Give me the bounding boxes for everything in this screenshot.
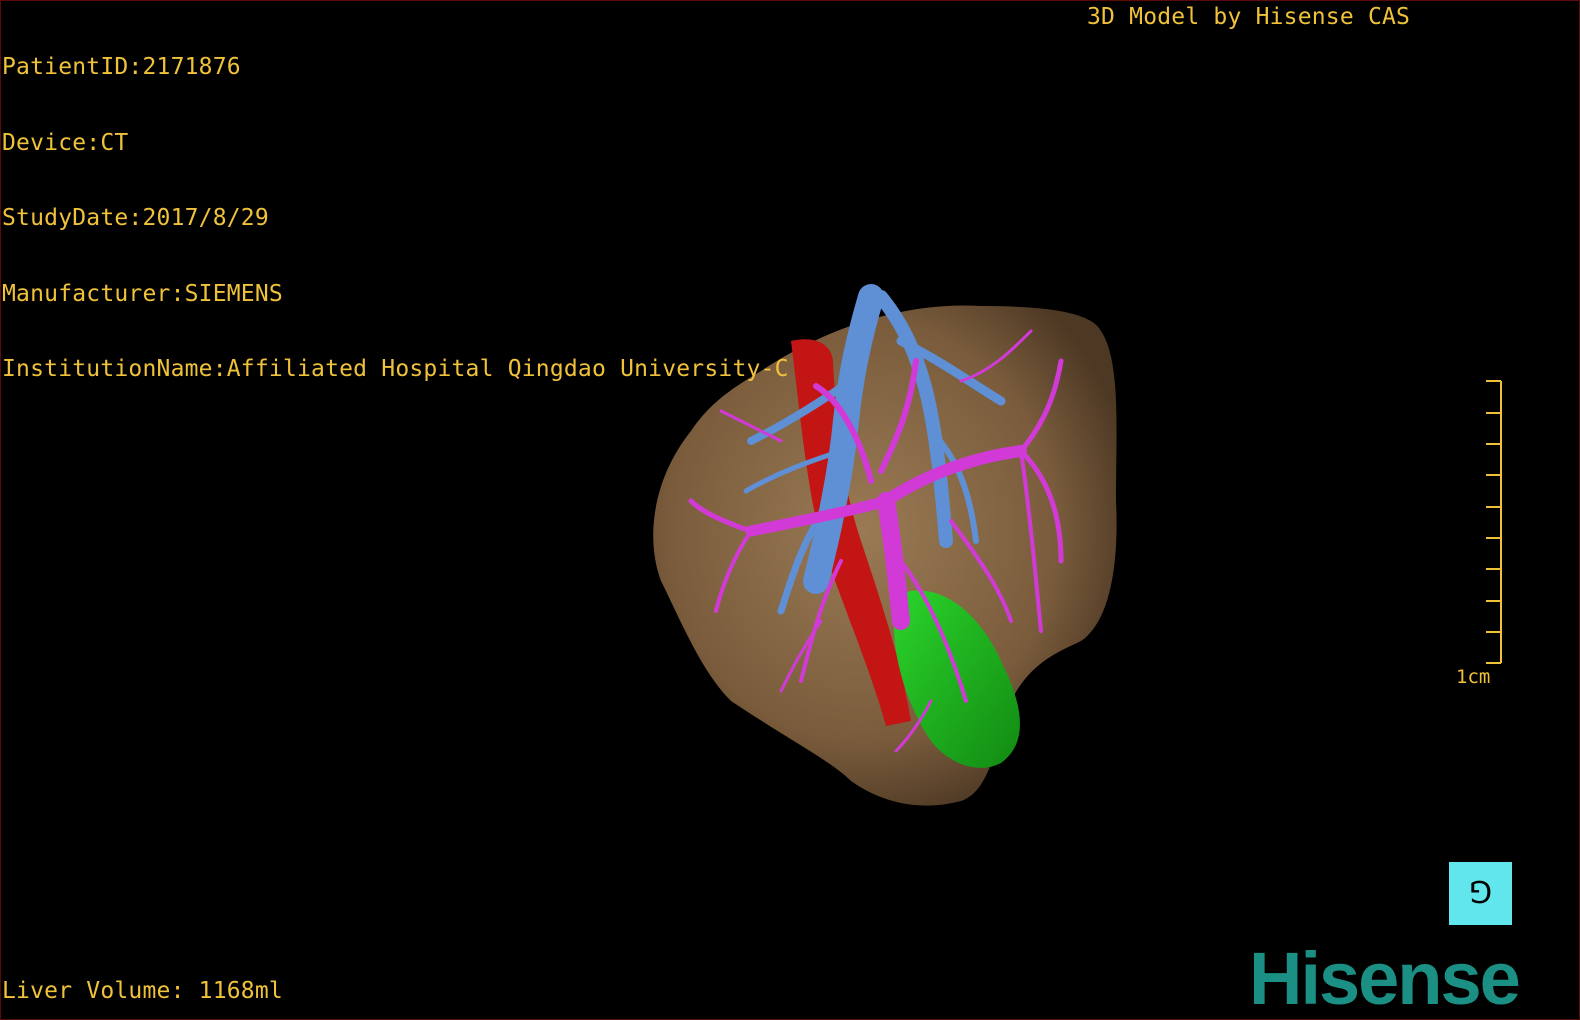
device-text: Device:CT [2,129,129,156]
orientation-icon: ⅁ [1468,876,1493,911]
patient-id-text: PatientID:2171876 [2,54,241,80]
scale-bar [1486,380,1502,664]
orientation-button[interactable]: ⅁ [1449,862,1512,925]
scale-bar-label: 1cm [1456,666,1491,688]
institution-text: InstitutionName:Affiliated Hospital Qing… [2,356,789,382]
3d-viewport[interactable]: PatientID:2171876 Device:CT StudyDate:20… [0,0,1580,1020]
model-credit-text: 3D Model by Hisense CAS [1087,4,1411,30]
study-metadata: PatientID:2171876 Device:CT StudyDate:20… [2,5,789,433]
liver-volume-text: Liver Volume: 1168ml [2,978,283,1004]
manufacturer-text: Manufacturer:SIEMENS [2,280,283,307]
study-date-text: StudyDate:2017/8/29 [2,205,269,231]
hisense-logo: Hisense [1249,937,1521,1020]
